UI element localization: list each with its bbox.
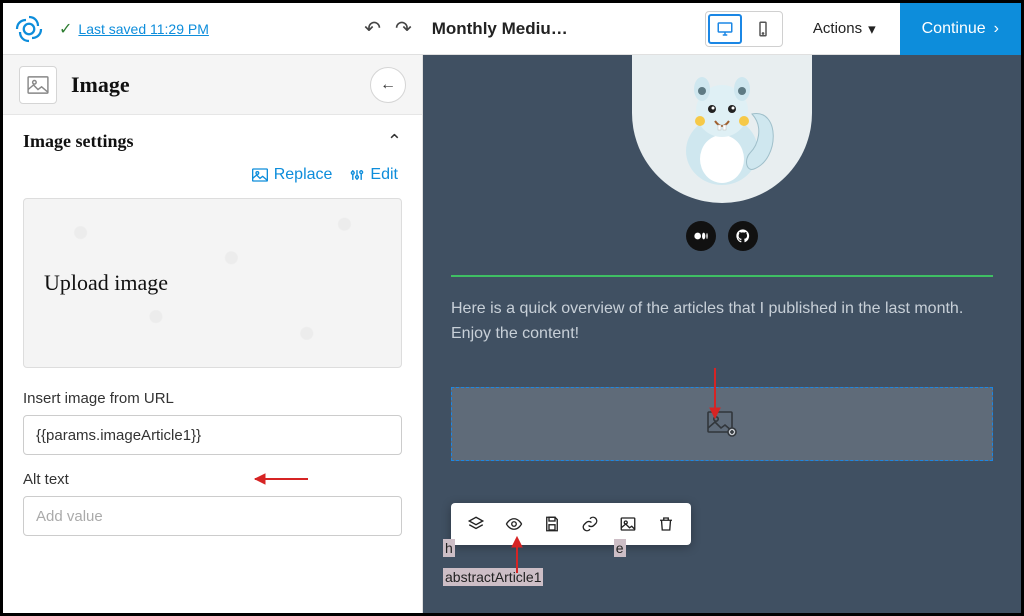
avatar-image xyxy=(632,55,812,203)
upload-dropzone[interactable]: Upload image xyxy=(23,198,402,368)
tool-preview[interactable] xyxy=(497,509,531,539)
continue-label: Continue xyxy=(922,20,986,38)
save-status[interactable]: ✓ Last saved 11:29 PM xyxy=(59,19,209,39)
arrow-left-icon: ← xyxy=(380,76,396,94)
mobile-preview-button[interactable] xyxy=(744,12,782,46)
tool-rearrange[interactable] xyxy=(459,509,493,539)
template-placeholders: h e abstractArticle1 xyxy=(443,539,626,587)
tool-save[interactable] xyxy=(535,509,569,539)
github-link[interactable] xyxy=(728,221,758,251)
section-toggle-image-settings[interactable]: Image settings ⌃ xyxy=(3,115,422,160)
alt-input[interactable] xyxy=(23,496,402,536)
device-preview-toggle xyxy=(705,11,783,47)
placeholder-line2: abstractArticle1 xyxy=(443,568,543,586)
tool-image[interactable] xyxy=(611,509,645,539)
image-icon xyxy=(619,515,637,533)
chevron-right-icon: › xyxy=(994,20,999,38)
continue-button[interactable]: Continue › xyxy=(900,3,1021,55)
panel-header: Image ← xyxy=(3,55,422,115)
image-block-icon xyxy=(19,66,57,104)
alt-field-label: Alt text xyxy=(23,471,402,488)
url-field-label: Insert image from URL xyxy=(23,390,402,407)
save-icon xyxy=(543,515,561,533)
section-title: Image settings xyxy=(23,131,134,152)
placeholder-line1-end: e xyxy=(614,539,626,557)
panel-title: Image xyxy=(71,72,356,98)
last-saved-link[interactable]: Last saved 11:29 PM xyxy=(78,21,208,37)
intro-text: Here is a quick overview of the articles… xyxy=(451,297,993,347)
eye-icon xyxy=(505,515,523,533)
desktop-preview-button[interactable] xyxy=(708,14,742,44)
edit-button[interactable]: Edit xyxy=(350,166,398,184)
chevron-up-icon: ⌃ xyxy=(387,131,402,152)
sidebar-panel: Image ← Image settings ⌃ Replace Edit xyxy=(3,55,423,613)
layers-icon xyxy=(467,515,485,533)
medium-icon xyxy=(693,228,709,244)
undo-button[interactable]: ↶ xyxy=(364,16,381,41)
replace-button[interactable]: Replace xyxy=(252,166,333,184)
trash-icon xyxy=(657,515,675,533)
social-links xyxy=(451,221,993,251)
caret-down-icon: ▾ xyxy=(868,20,876,38)
sliders-icon xyxy=(350,168,364,182)
upload-label: Upload image xyxy=(44,270,168,296)
url-input[interactable] xyxy=(23,415,402,455)
replace-icon xyxy=(252,168,268,182)
image-placeholder-slot[interactable] xyxy=(451,387,993,461)
tool-link[interactable] xyxy=(573,509,607,539)
placeholder-line1-start: h xyxy=(443,539,455,557)
image-add-icon xyxy=(707,411,737,437)
actions-label: Actions xyxy=(813,20,862,37)
top-bar: ✓ Last saved 11:29 PM ↶ ↷ Monthly Mediu…… xyxy=(3,3,1021,55)
history-controls: ↶ ↷ xyxy=(364,16,412,41)
section-divider xyxy=(451,275,993,277)
document-title[interactable]: Monthly Mediu… xyxy=(432,19,572,39)
redo-button[interactable]: ↷ xyxy=(395,16,412,41)
back-button[interactable]: ← xyxy=(370,67,406,103)
link-icon xyxy=(581,515,599,533)
app-logo[interactable] xyxy=(3,3,55,55)
actions-dropdown[interactable]: Actions ▾ xyxy=(813,20,876,38)
check-icon: ✓ xyxy=(59,19,72,39)
medium-link[interactable] xyxy=(686,221,716,251)
github-icon xyxy=(735,228,751,244)
tool-delete[interactable] xyxy=(649,509,683,539)
